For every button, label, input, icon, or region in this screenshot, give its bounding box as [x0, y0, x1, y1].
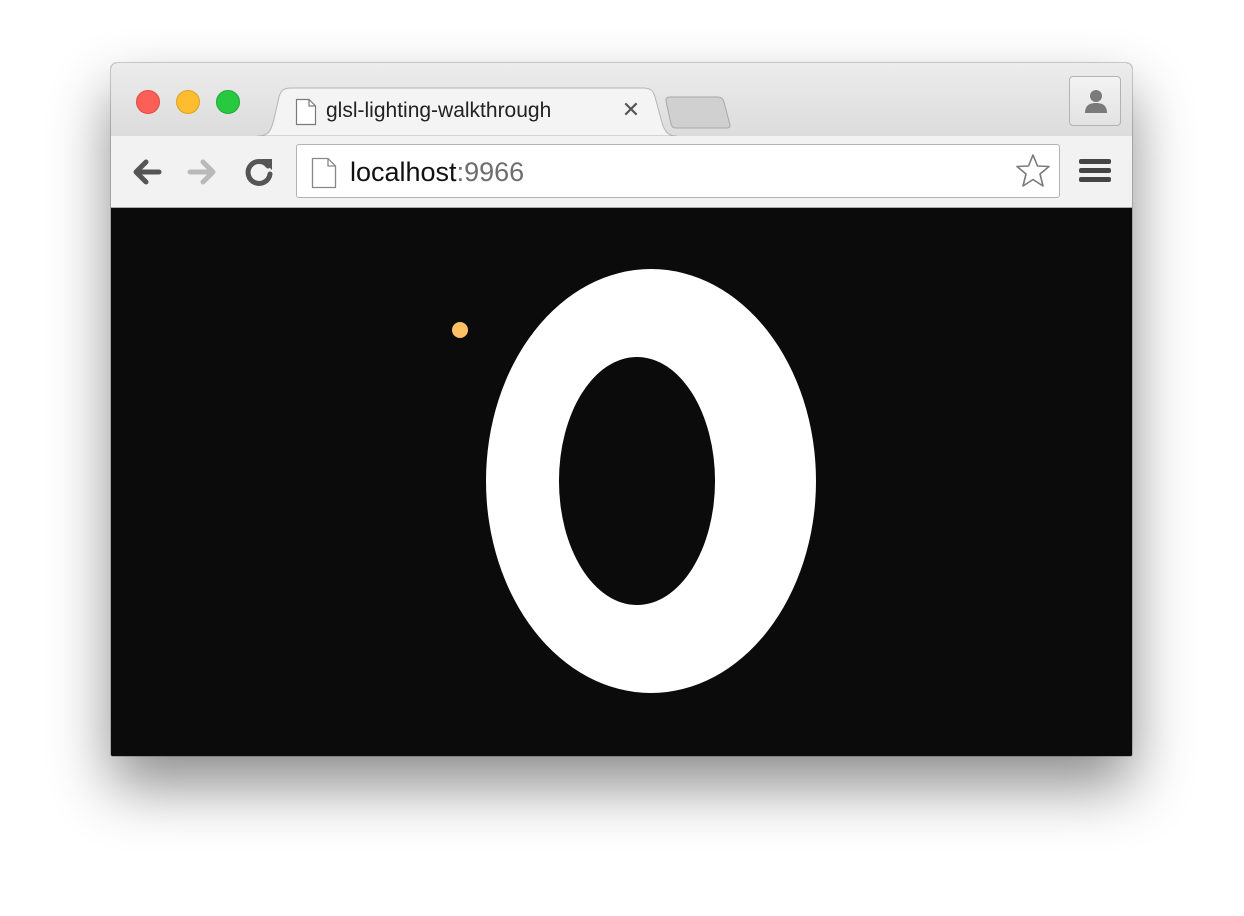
address-bar[interactable]: localhost:9966: [296, 144, 1060, 198]
hamburger-menu-icon[interactable]: [1079, 159, 1111, 187]
back-arrow-icon[interactable]: [129, 154, 165, 190]
browser-window: glsl-lighting-walkthrough ✕ localhost:99…: [111, 63, 1132, 756]
menu-line: [1079, 177, 1111, 182]
webgl-canvas[interactable]: [111, 208, 1132, 756]
window-close-button[interactable]: [136, 90, 160, 114]
url-host: localhost: [350, 157, 457, 187]
light-source-dot: [452, 322, 468, 338]
window-maximize-button[interactable]: [216, 90, 240, 114]
reload-icon[interactable]: [241, 154, 277, 190]
toolbar: localhost:9966: [111, 136, 1132, 208]
page-document-icon: [311, 157, 337, 189]
document-icon: [295, 98, 317, 126]
tab-close-icon[interactable]: ✕: [621, 97, 641, 123]
url-text[interactable]: localhost:9966: [350, 157, 524, 188]
profile-icon: [1085, 90, 1107, 113]
torus-shape: [486, 269, 816, 693]
menu-line: [1079, 168, 1111, 173]
menu-line: [1079, 159, 1111, 164]
tab-title[interactable]: glsl-lighting-walkthrough: [326, 99, 551, 123]
new-tab-button[interactable]: [664, 95, 732, 129]
url-port: :9966: [456, 157, 525, 187]
window-minimize-button[interactable]: [176, 90, 200, 114]
canvas-render: [452, 269, 816, 693]
profile-button[interactable]: [1069, 76, 1121, 126]
forward-arrow-icon[interactable]: [184, 154, 220, 190]
star-icon[interactable]: [1015, 153, 1051, 189]
title-bar: glsl-lighting-walkthrough ✕: [111, 63, 1132, 137]
